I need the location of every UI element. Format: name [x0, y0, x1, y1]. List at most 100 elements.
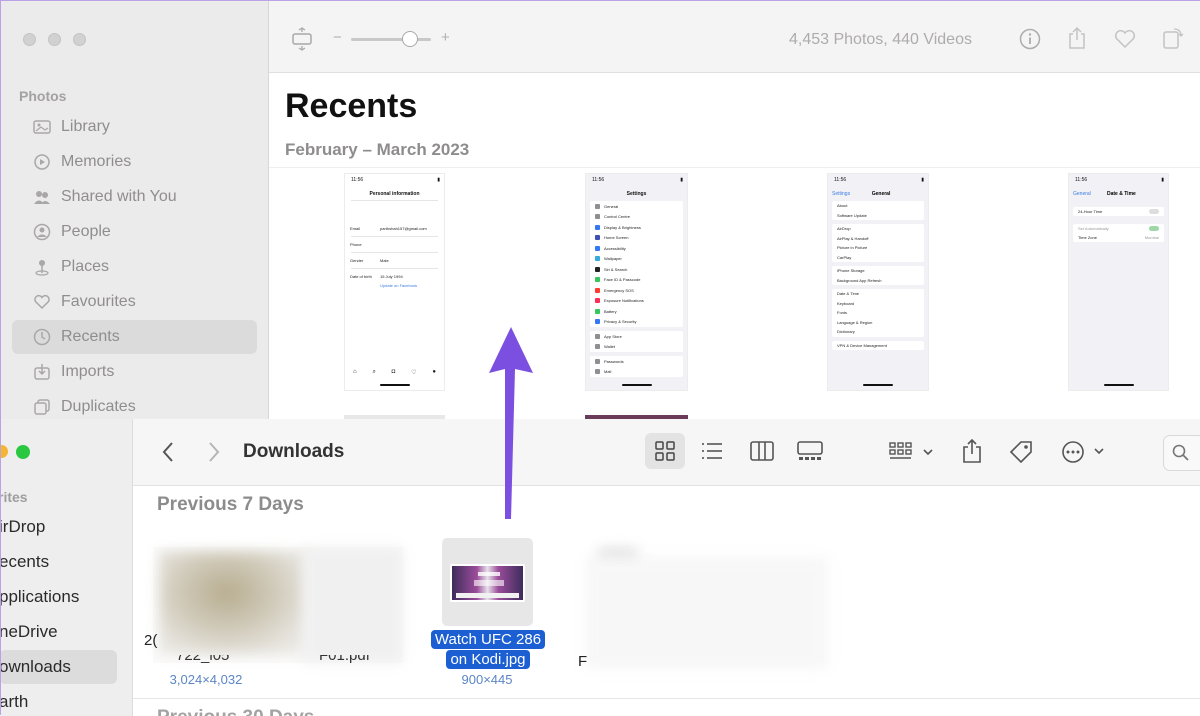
- list-item: Background App Refresh: [837, 277, 882, 283]
- zoom-window-button[interactable]: [16, 445, 30, 459]
- up-arrow-annotation: [489, 327, 533, 519]
- setting-icon: [595, 287, 600, 293]
- more-actions-button[interactable]: [1061, 440, 1107, 469]
- zoom-out-button[interactable]: −: [333, 29, 342, 46]
- close-window-button[interactable]: [23, 33, 36, 46]
- setting-icon: [595, 214, 600, 220]
- list-item: Language & Region: [837, 319, 873, 325]
- file-item-selected[interactable]: [442, 538, 533, 626]
- settings-group: General Control Centre Display & Brightnes…: [590, 201, 683, 327]
- photo-thumbnail[interactable]: 11:56 ▮ Settings General About Software Up…: [827, 173, 929, 391]
- tab-bar: ⌂ ⌕ ◘ ♡ ●: [353, 369, 436, 376]
- toggle-icon: [1149, 209, 1159, 214]
- icon-view-button[interactable]: [645, 433, 685, 469]
- photos-sidebar: Photos Library Memories Shared with You …: [1, 1, 269, 421]
- sidebar-item-memories[interactable]: Memories: [12, 145, 257, 179]
- photo-thumbnail[interactable]: 11:56 ▮ Personal information Email parthsh…: [344, 173, 445, 391]
- aspect-toggle-icon[interactable]: [291, 27, 313, 56]
- window-title: Downloads: [243, 441, 345, 462]
- search-field[interactable]: [1163, 435, 1200, 471]
- divider: [351, 200, 438, 201]
- share-icon[interactable]: [1067, 26, 1087, 55]
- list-item: Email parthshah157@gmail.com: [350, 226, 427, 231]
- file-thumbnail: [303, 547, 403, 663]
- bag-icon: ◘: [391, 369, 396, 375]
- minimize-window-button[interactable]: [48, 33, 61, 46]
- list-item: Gender Male: [350, 258, 389, 263]
- zoom-in-button[interactable]: +: [441, 29, 450, 46]
- setting-icon: [595, 256, 600, 262]
- forward-button[interactable]: [207, 441, 221, 468]
- sidebar-item-people[interactable]: People: [12, 215, 257, 249]
- setting-icon: [595, 203, 600, 209]
- status-bar: 11:56 ▮: [586, 174, 687, 187]
- people-icon: [33, 223, 51, 241]
- toggle-icon: [1149, 226, 1159, 231]
- sidebar-item-places[interactable]: Places: [12, 250, 257, 284]
- list-item: AirPlay & Handoff: [837, 235, 869, 241]
- list-item: CarPlay: [837, 254, 852, 260]
- list-item: Wallet: [595, 342, 678, 353]
- sidebar-item-airdrop[interactable]: irDrop: [1, 510, 117, 544]
- sidebar-item-favourites[interactable]: Favourites: [12, 285, 257, 319]
- list-item: AirDrop: [837, 226, 851, 232]
- file-name-line: Watch UFC 286: [430, 630, 546, 649]
- sidebar-item-library[interactable]: Library: [12, 110, 257, 144]
- page-title: Recents: [285, 87, 418, 125]
- list-item: Date & Time: [837, 291, 860, 297]
- sidebar-item-label: Imports: [61, 363, 115, 380]
- sidebar-item-shared-with-you[interactable]: Shared with You: [12, 180, 257, 214]
- file-item[interactable]: [586, 547, 828, 669]
- sidebar-item-downloads[interactable]: ownloads: [1, 650, 117, 684]
- status-time: 11:56: [834, 177, 847, 183]
- heart-icon[interactable]: [1114, 29, 1136, 54]
- zoom-window-button[interactable]: [73, 33, 86, 46]
- sidebar-item-onedrive[interactable]: neDrive: [1, 615, 117, 649]
- settings-group: Date & Time Keyboard Fonts Language & Regio…: [832, 289, 924, 337]
- setting-icon: [595, 333, 600, 339]
- sidebar-item-imports[interactable]: Imports: [12, 355, 257, 389]
- status-time: 11:56: [592, 177, 605, 183]
- heart-icon: [33, 293, 51, 311]
- gallery-view-button[interactable]: [797, 441, 823, 466]
- file-name-fragment: 722_i05: [176, 655, 229, 663]
- sidebar-item-applications[interactable]: pplications: [1, 580, 117, 614]
- list-item: Battery: [595, 306, 678, 317]
- minimize-window-button[interactable]: [1, 445, 8, 458]
- profile-icon: ●: [432, 369, 436, 375]
- screen-title: General: [871, 191, 891, 197]
- list-item: Face ID & Passcode: [595, 275, 678, 286]
- back-button[interactable]: [161, 441, 175, 468]
- imports-icon: [33, 363, 51, 381]
- status-time: 11:56: [351, 177, 364, 183]
- memories-icon: [33, 153, 51, 171]
- search-icon: ⌕: [372, 369, 376, 375]
- info-icon[interactable]: [1019, 28, 1041, 55]
- list-item: Exposure Notifications: [595, 296, 678, 307]
- file-item[interactable]: [153, 547, 403, 663]
- zoom-slider[interactable]: [351, 38, 431, 41]
- column-view-button[interactable]: [750, 441, 774, 466]
- zoom-slider-knob[interactable]: [402, 31, 418, 47]
- file-thumbnail: [159, 551, 309, 655]
- group-by-button[interactable]: [889, 442, 935, 467]
- rotate-icon[interactable]: [1162, 26, 1184, 55]
- file-name-label[interactable]: Watch UFC 286 on Kodi.jpg: [425, 630, 551, 669]
- arrow-shape: [489, 327, 533, 519]
- settings-group: Passwords Mail: [590, 356, 683, 377]
- sidebar-item-label: Memories: [61, 153, 132, 170]
- photo-thumbnail[interactable]: 11:56 ▮ General Date & Time 24-Hour Time …: [1068, 173, 1169, 391]
- photo-count: 4,453 Photos, 440 Videos: [789, 31, 972, 48]
- share-icon[interactable]: [961, 438, 983, 469]
- list-view-button[interactable]: [700, 442, 724, 465]
- list-item: Time Zone Mumbai: [1078, 235, 1159, 240]
- screen-title: Settings: [626, 191, 647, 197]
- tag-icon[interactable]: [1008, 439, 1034, 470]
- sidebar-item-label: Shared with You: [61, 188, 177, 205]
- sidebar-item-recents[interactable]: Recents: [12, 320, 257, 354]
- photo-thumbnail[interactable]: 11:56 ▮ Settings General Control Centre Dis…: [585, 173, 688, 391]
- sidebar-item-earth[interactable]: arth: [1, 685, 117, 716]
- sidebar-item-recents[interactable]: ecents: [1, 545, 117, 579]
- status-bar: 11:56 ▮: [345, 174, 444, 187]
- sidebar-item-label: Recents: [61, 328, 120, 345]
